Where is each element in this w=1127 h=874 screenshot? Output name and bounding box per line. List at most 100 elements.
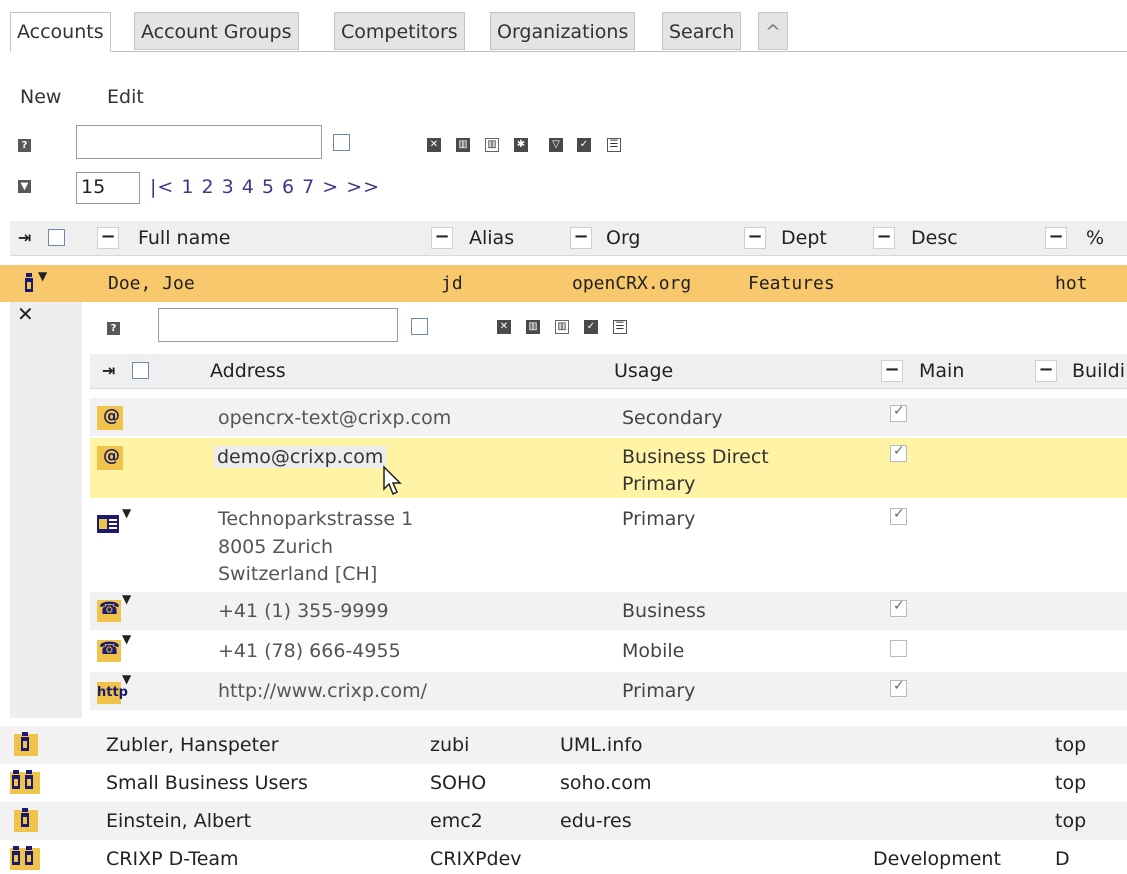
- detail-clear-filter-icon[interactable]: ✕: [497, 320, 511, 334]
- edit-menu[interactable]: Edit: [107, 86, 144, 108]
- row-menu-caret-icon[interactable]: ▼: [122, 506, 131, 520]
- col-org[interactable]: Org: [606, 227, 641, 249]
- usage-text: Primary: [622, 508, 696, 530]
- detail-filter-checkbox[interactable]: [411, 318, 428, 335]
- phone-glyph: ☎: [99, 599, 121, 619]
- account-full-name[interactable]: Zubler, Hanspeter: [106, 734, 279, 756]
- detail-check-all-icon[interactable]: ✓: [584, 320, 598, 334]
- pager-last[interactable]: >>: [346, 176, 380, 198]
- select-all-checkbox[interactable]: [48, 229, 65, 246]
- col-desc[interactable]: Desc: [911, 227, 958, 249]
- expand-all-icon[interactable]: ⇥: [18, 228, 31, 247]
- pager-next[interactable]: >: [322, 176, 339, 198]
- col-full-name[interactable]: Full name: [138, 227, 230, 249]
- http-glyph: http: [97, 685, 128, 700]
- detail-filter-input[interactable]: [158, 308, 398, 342]
- filter-input[interactable]: [76, 125, 322, 159]
- account-org: openCRX.org: [572, 273, 692, 294]
- row-menu-caret-icon[interactable]: ▼: [122, 672, 131, 686]
- collapse-alias-button[interactable]: −: [431, 227, 453, 249]
- detail-list-view-icon[interactable]: ☰: [613, 320, 627, 334]
- main-checkbox[interactable]: ✓: [890, 506, 907, 525]
- tab-competitors[interactable]: Competitors: [334, 12, 465, 50]
- new-menu[interactable]: New: [20, 86, 61, 108]
- clear-filter-icon[interactable]: ✕: [427, 138, 441, 152]
- detail-toggle-columns-icon[interactable]: ▥: [555, 320, 569, 334]
- selected-account-row[interactable]: ▼ Doe, Joe jd openCRX.org Features hot: [0, 265, 1127, 302]
- col-alias[interactable]: Alias: [469, 227, 514, 249]
- collapse-pct-button[interactable]: −: [1045, 227, 1067, 249]
- main-checkbox[interactable]: ✓: [890, 403, 907, 422]
- filter-checkbox[interactable]: [333, 134, 350, 151]
- settings-icon[interactable]: ✱: [514, 138, 528, 152]
- account-alias: CRIXPdev: [430, 848, 522, 870]
- address-text[interactable]: +41 (1) 355-9999: [218, 600, 389, 622]
- person-icon: [22, 273, 36, 293]
- check-all-icon[interactable]: ✓: [577, 138, 591, 152]
- download-icon[interactable]: ▼: [18, 180, 31, 193]
- account-org: UML.info: [560, 734, 643, 756]
- page-size-input[interactable]: 15: [76, 172, 140, 204]
- col-address[interactable]: Address: [210, 360, 286, 382]
- list-view-icon[interactable]: ☰: [607, 138, 621, 152]
- account-row[interactable]: CRIXP D-Team CRIXPdev Development D: [0, 840, 1127, 874]
- account-full-name[interactable]: Einstein, Albert: [106, 810, 251, 832]
- tab-account-groups[interactable]: Account Groups: [134, 12, 299, 50]
- filter-down-icon[interactable]: ▽: [549, 138, 563, 152]
- collapse-org-button[interactable]: −: [570, 227, 592, 249]
- account-row[interactable]: Small Business Users SOHO soho.com top: [0, 764, 1127, 802]
- col-pct[interactable]: %: [1086, 227, 1104, 249]
- account-row[interactable]: Einstein, Albert emc2 edu-res top: [0, 802, 1127, 840]
- main-checkbox[interactable]: [890, 640, 907, 657]
- col-dept[interactable]: Dept: [781, 227, 827, 249]
- account-full-name[interactable]: Doe, Joe: [108, 273, 195, 294]
- main-checkbox[interactable]: ✓: [890, 678, 907, 697]
- account-pct: hot: [1055, 273, 1088, 294]
- account-full-name[interactable]: CRIXP D-Team: [106, 848, 239, 870]
- account-desc: Development: [873, 848, 1001, 870]
- address-text[interactable]: +41 (78) 666-4955: [218, 640, 401, 662]
- columns-icon[interactable]: ▥: [456, 138, 470, 152]
- col-building[interactable]: Buildi: [1072, 360, 1125, 382]
- main-checkbox[interactable]: ✓: [890, 598, 907, 617]
- row-menu-caret-icon[interactable]: ▼: [38, 269, 47, 283]
- detail-select-all-checkbox[interactable]: [132, 362, 149, 379]
- collapse-desc-button[interactable]: −: [873, 227, 895, 249]
- tab-collapse[interactable]: ^: [758, 12, 788, 50]
- address-text[interactable]: Switzerland [CH]: [218, 563, 377, 585]
- detail-columns-icon[interactable]: ▥: [526, 320, 540, 334]
- tab-underline: [10, 51, 1127, 52]
- address-text[interactable]: 8005 Zurich: [218, 536, 333, 558]
- pager: |< 1 2 3 4 5 6 7 > >>: [150, 176, 380, 198]
- account-org: soho.com: [560, 772, 652, 794]
- account-pct: top: [1055, 734, 1087, 756]
- account-full-name[interactable]: Small Business Users: [106, 772, 308, 794]
- address-text[interactable]: demo@crixp.com: [214, 446, 387, 468]
- address-text[interactable]: Technoparkstrasse 1: [218, 508, 413, 530]
- account-row[interactable]: Zubler, Hanspeter zubi UML.info top: [0, 726, 1127, 764]
- tab-organizations[interactable]: Organizations: [490, 12, 636, 50]
- usage-text: Secondary: [622, 407, 723, 429]
- close-detail-button[interactable]: ✕: [17, 302, 34, 326]
- address-text[interactable]: opencrx-text@crixp.com: [218, 407, 451, 429]
- collapse-fullname-button[interactable]: −: [97, 227, 119, 249]
- col-usage[interactable]: Usage: [614, 360, 673, 382]
- address-text[interactable]: http://www.crixp.com/: [218, 680, 427, 702]
- collapse-dept-button[interactable]: −: [744, 227, 766, 249]
- tab-accounts[interactable]: Accounts: [10, 12, 111, 52]
- pager-first[interactable]: |<: [150, 176, 174, 198]
- collapse-building-button[interactable]: −: [1035, 360, 1057, 382]
- usage-text: Business Direct: [622, 446, 769, 468]
- collapse-main-button[interactable]: −: [881, 360, 903, 382]
- col-main[interactable]: Main: [919, 360, 964, 382]
- main-checkbox[interactable]: ✓: [890, 443, 907, 462]
- detail-expand-all-icon[interactable]: ⇥: [102, 361, 115, 380]
- postal-icon: [97, 515, 119, 533]
- row-menu-caret-icon[interactable]: ▼: [122, 632, 131, 646]
- toggle-columns-icon[interactable]: ▥: [485, 138, 499, 152]
- row-menu-caret-icon[interactable]: ▼: [122, 592, 131, 606]
- detail-help-icon[interactable]: ?: [107, 322, 120, 335]
- help-icon[interactable]: ?: [18, 139, 31, 152]
- tab-search[interactable]: Search: [662, 12, 742, 50]
- pager-pages[interactable]: 1 2 3 4 5 6 7: [181, 176, 315, 198]
